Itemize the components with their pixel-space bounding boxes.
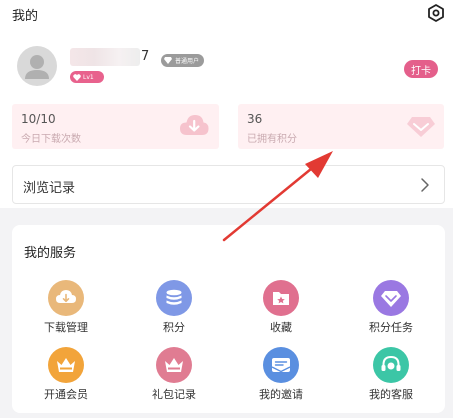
service-favorites[interactable]: 收藏 bbox=[241, 280, 321, 338]
service-my-invites[interactable]: 我的邀请 bbox=[241, 347, 321, 405]
service-label: 下载管理 bbox=[44, 321, 88, 334]
points-card[interactable]: 36 已拥有积分 bbox=[238, 104, 444, 149]
services-title: 我的服务 bbox=[24, 246, 77, 261]
service-gift-records[interactable]: 礼包记录 bbox=[134, 347, 214, 405]
download-count-value: 10/10 bbox=[21, 112, 56, 126]
username-redacted bbox=[70, 48, 140, 66]
service-label: 收藏 bbox=[270, 321, 292, 334]
invite-mail-icon bbox=[263, 347, 299, 383]
my-services-card: 我的服务 下载管理 积分 收藏 积分任务 开通会员 礼包记录 我的邀请 我的客服 bbox=[12, 225, 445, 413]
service-vip[interactable]: 开通会员 bbox=[26, 347, 106, 405]
download-count-card[interactable]: 10/10 今日下载次数 bbox=[12, 104, 219, 149]
page-title: 我的 bbox=[12, 9, 39, 24]
browse-history-row[interactable]: 浏览记录 bbox=[12, 165, 445, 204]
customer-service-icon bbox=[373, 347, 409, 383]
points-coins-icon bbox=[156, 280, 192, 316]
points-value: 36 bbox=[247, 112, 263, 126]
service-label: 积分 bbox=[163, 321, 185, 334]
checkin-button[interactable]: 打卡 bbox=[404, 60, 438, 78]
badge-diamond-icon bbox=[164, 57, 172, 64]
service-download-manage[interactable]: 下载管理 bbox=[26, 280, 106, 338]
top-bar: 我的 bbox=[0, 0, 453, 28]
favorite-folder-icon bbox=[263, 280, 299, 316]
avatar[interactable] bbox=[17, 46, 57, 86]
service-label: 积分任务 bbox=[369, 321, 413, 334]
browse-history-label: 浏览记录 bbox=[23, 181, 76, 196]
settings-hex-icon[interactable] bbox=[426, 3, 446, 23]
download-manage-icon bbox=[48, 280, 84, 316]
points-task-diamond-icon bbox=[373, 280, 409, 316]
service-customer-support[interactable]: 我的客服 bbox=[351, 347, 431, 405]
service-label: 礼包记录 bbox=[152, 388, 196, 401]
download-count-label: 今日下载次数 bbox=[21, 134, 81, 145]
service-points-task[interactable]: 积分任务 bbox=[351, 280, 431, 338]
service-label: 开通会员 bbox=[44, 388, 88, 401]
gift-crown-icon bbox=[156, 347, 192, 383]
username-suffix: 7 bbox=[141, 49, 150, 64]
default-user-icon bbox=[25, 55, 49, 79]
service-label: 我的邀请 bbox=[259, 388, 303, 401]
member-badge-label: 普通用户 bbox=[175, 58, 200, 65]
level-heart-icon bbox=[73, 73, 81, 81]
level-badge: Lv1 bbox=[70, 71, 104, 83]
diamond-icon bbox=[406, 113, 436, 139]
service-label: 我的客服 bbox=[369, 388, 413, 401]
service-points[interactable]: 积分 bbox=[134, 280, 214, 338]
member-status-badge: 普通用户 bbox=[161, 54, 205, 67]
vip-crown-icon bbox=[48, 347, 84, 383]
points-label: 已拥有积分 bbox=[247, 134, 297, 145]
download-cloud-icon bbox=[179, 113, 209, 139]
chevron-right-icon bbox=[418, 177, 432, 193]
level-label: Lv1 bbox=[83, 73, 94, 81]
